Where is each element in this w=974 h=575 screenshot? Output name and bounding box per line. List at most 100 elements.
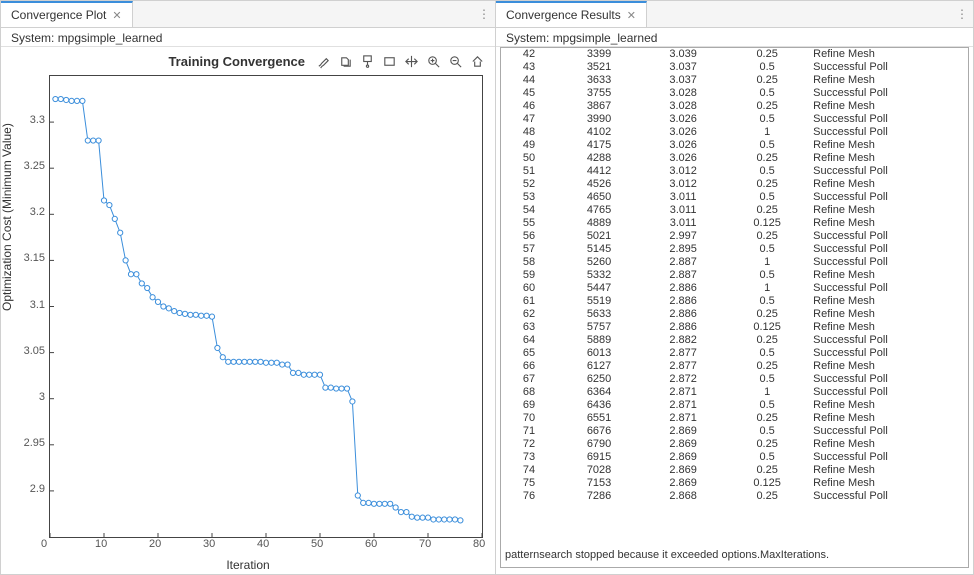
y-tick-label: 3.25 — [24, 160, 45, 172]
table-cell: 3.026 — [641, 113, 725, 126]
results-table-scroll[interactable]: 4233993.0390.25Refine Mesh4335213.0370.5… — [501, 48, 968, 547]
table-cell: 0.5 — [725, 165, 809, 178]
table-cell: 2.895 — [641, 243, 725, 256]
table-cell: 55 — [501, 217, 557, 230]
table-cell: 47 — [501, 113, 557, 126]
table-cell: 50 — [501, 152, 557, 165]
table-row: 6458892.8820.25Successful Poll — [501, 334, 968, 347]
table-cell: 0.25 — [725, 100, 809, 113]
table-row: 5042883.0260.25Refine Mesh — [501, 152, 968, 165]
export-icon[interactable] — [337, 53, 353, 69]
app-root: Convergence Plot ✕ ⋮ System: mpgsimple_l… — [0, 0, 974, 575]
table-cell: Successful Poll — [809, 334, 968, 347]
table-cell: 2.887 — [641, 256, 725, 269]
x-tick-label: 60 — [365, 538, 377, 550]
tab-convergence-plot[interactable]: Convergence Plot ✕ — [1, 1, 133, 27]
x-tick-label: 40 — [257, 538, 269, 550]
table-cell: Successful Poll — [809, 282, 968, 295]
table-cell: Refine Mesh — [809, 295, 968, 308]
table-cell: 0.25 — [725, 74, 809, 87]
close-icon[interactable]: ✕ — [627, 9, 636, 22]
table-row: 7369152.8690.5Successful Poll — [501, 451, 968, 464]
table-cell: 3.026 — [641, 126, 725, 139]
table-cell: Successful Poll — [809, 126, 968, 139]
x-tick-label: 30 — [203, 538, 215, 550]
table-cell: 1 — [725, 282, 809, 295]
table-cell: 2.868 — [641, 490, 725, 503]
table-cell: 4102 — [557, 126, 641, 139]
table-cell: Successful Poll — [809, 490, 968, 503]
table-cell: 59 — [501, 269, 557, 282]
table-row: 4941753.0260.5Refine Mesh — [501, 139, 968, 152]
table-cell: 6127 — [557, 360, 641, 373]
table-cell: 0.5 — [725, 399, 809, 412]
table-cell: 3.039 — [641, 48, 725, 61]
table-cell: 2.871 — [641, 386, 725, 399]
table-cell: 1 — [725, 126, 809, 139]
table-row: 7267902.8690.25Refine Mesh — [501, 438, 968, 451]
table-row: 5650212.9970.25Successful Poll — [501, 230, 968, 243]
table-cell: Refine Mesh — [809, 100, 968, 113]
pane-convergence-results: Convergence Results ✕ ⋮ System: mpgsimpl… — [496, 0, 974, 575]
table-cell: 2.869 — [641, 477, 725, 490]
table-cell: 3.012 — [641, 178, 725, 191]
table-cell: 2.869 — [641, 464, 725, 477]
close-icon[interactable]: ✕ — [112, 9, 121, 22]
table-cell: 74 — [501, 464, 557, 477]
table-row: 5144123.0120.5Successful Poll — [501, 165, 968, 178]
table-cell: 4765 — [557, 204, 641, 217]
table-cell: 3.011 — [641, 191, 725, 204]
table-row: 6863642.8711Successful Poll — [501, 386, 968, 399]
table-cell: 3399 — [557, 48, 641, 61]
table-cell: 4412 — [557, 165, 641, 178]
pan-icon[interactable] — [403, 53, 419, 69]
table-cell: 5021 — [557, 230, 641, 243]
zoom-in-icon[interactable] — [425, 53, 441, 69]
tab-convergence-results[interactable]: Convergence Results ✕ — [496, 1, 647, 27]
table-cell: 49 — [501, 139, 557, 152]
table-cell: 42 — [501, 48, 557, 61]
table-cell: Refine Mesh — [809, 269, 968, 282]
table-row: 5245263.0120.25Refine Mesh — [501, 178, 968, 191]
table-cell: 3990 — [557, 113, 641, 126]
table-cell: 51 — [501, 165, 557, 178]
x-tick-label: 80 — [473, 538, 485, 550]
pane-menu-icon[interactable]: ⋮ — [473, 1, 495, 27]
table-cell: Refine Mesh — [809, 360, 968, 373]
table-row: 4841023.0261Successful Poll — [501, 126, 968, 139]
x-tick-label: 70 — [419, 538, 431, 550]
system-name: mpgsimple_learned — [58, 31, 163, 45]
table-cell: 3755 — [557, 87, 641, 100]
chart-axes[interactable] — [49, 75, 483, 538]
table-cell: Refine Mesh — [809, 74, 968, 87]
table-cell: 3633 — [557, 74, 641, 87]
data-tips-icon[interactable] — [359, 53, 375, 69]
table-row: 6357572.8860.125Refine Mesh — [501, 321, 968, 334]
table-cell: 0.25 — [725, 152, 809, 165]
chart-line-series — [50, 76, 482, 537]
table-cell: 62 — [501, 308, 557, 321]
table-cell: 48 — [501, 126, 557, 139]
table-cell: 0.5 — [725, 451, 809, 464]
brush-icon[interactable] — [315, 53, 331, 69]
stop-message: patternsearch stopped because it exceede… — [501, 547, 968, 567]
table-cell: 3.011 — [641, 204, 725, 217]
table-row: 4335213.0370.5Successful Poll — [501, 61, 968, 74]
table-cell: 0.25 — [725, 308, 809, 321]
table-cell: 0.5 — [725, 113, 809, 126]
pane-menu-icon[interactable]: ⋮ — [951, 1, 973, 27]
zoom-out-icon[interactable] — [447, 53, 463, 69]
table-cell: 4526 — [557, 178, 641, 191]
table-cell: Successful Poll — [809, 230, 968, 243]
box-icon[interactable] — [381, 53, 397, 69]
table-row: 6560132.8770.5Successful Poll — [501, 347, 968, 360]
table-cell: 6915 — [557, 451, 641, 464]
table-cell: 3.037 — [641, 61, 725, 74]
table-cell: 0.5 — [725, 191, 809, 204]
table-cell: Successful Poll — [809, 425, 968, 438]
system-row-left: System: mpgsimple_learned — [1, 28, 495, 47]
home-icon[interactable] — [469, 53, 485, 69]
table-cell: 52 — [501, 178, 557, 191]
table-cell: 2.886 — [641, 282, 725, 295]
table-cell: Successful Poll — [809, 373, 968, 386]
